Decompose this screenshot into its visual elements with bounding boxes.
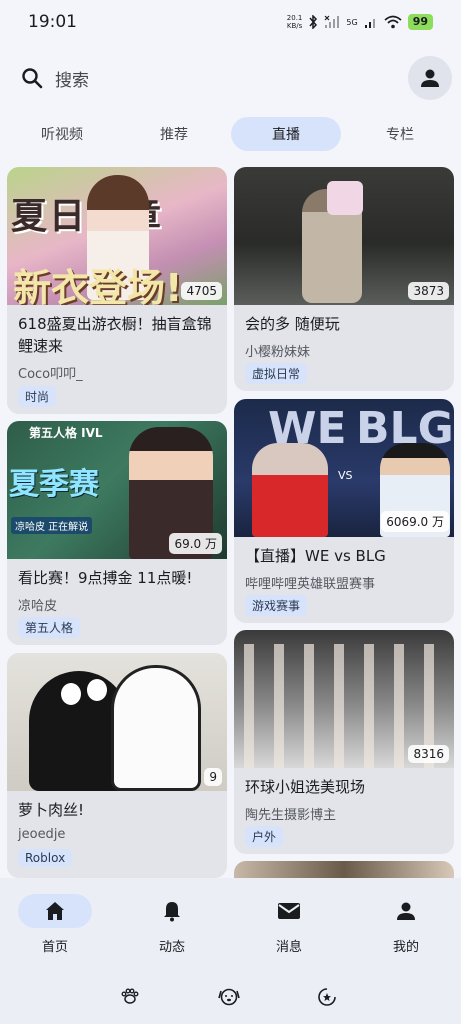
viewer-count: 4705 xyxy=(181,282,222,300)
tab-live[interactable]: 直播 xyxy=(231,117,341,151)
viewer-count: 9 xyxy=(204,768,222,786)
thumbnail-caption: 凉哈皮 正在解说 xyxy=(11,517,93,534)
search-input[interactable]: 搜索 xyxy=(55,66,89,91)
card-title: 618盛夏出游衣橱！抽盲盒锦鲤速来 xyxy=(18,315,212,355)
nav-label: 消息 xyxy=(275,940,302,955)
battery-indicator: 99 xyxy=(407,14,433,30)
nav-label: 我的 xyxy=(392,940,419,955)
nav-home-pill xyxy=(18,894,92,928)
avatar-sticker xyxy=(327,181,363,215)
avatar-button[interactable] xyxy=(408,56,452,100)
nav-label: 动态 xyxy=(158,940,185,955)
live-card[interactable]: 3873 会的多 随便玩 小樱粉妹妹 虚拟日常 xyxy=(234,167,454,391)
figure-eye xyxy=(87,679,107,701)
live-card[interactable]: WE BLG VS 6069.0 万 【直播】WE vs BLG 哔哩哔哩英雄联… xyxy=(234,399,454,623)
search-bar[interactable]: 搜索 xyxy=(0,56,461,100)
player-left xyxy=(252,443,328,537)
card-author: jeoedje xyxy=(18,827,66,842)
nav-profile-pill xyxy=(369,894,443,928)
net-speed: 20.1 KB/s xyxy=(287,14,303,30)
card-author: 哔哩哔哩英雄联盟赛事 xyxy=(245,577,376,592)
card-thumbnail: 8316 xyxy=(234,630,454,768)
net-speed-unit: KB/s xyxy=(286,22,303,30)
card-author: 陶先生摄影博主 xyxy=(245,808,337,823)
signal-off-icon xyxy=(324,15,340,28)
bell-icon xyxy=(164,902,180,922)
card-thumbnail: 9 xyxy=(7,653,227,791)
figure-eye xyxy=(61,683,81,705)
status-bar: 19:01 20.1 KB/s 5G 99 xyxy=(0,0,461,44)
card-tag[interactable]: 虚拟日常 xyxy=(245,363,308,384)
live-card[interactable]: 第五人格 IVL 夏季赛 凉哈皮 正在解说 69.0 万 看比赛！9点搏金 11… xyxy=(7,421,227,645)
wifi-icon xyxy=(384,15,402,29)
card-tag[interactable]: 第五人格 xyxy=(18,617,81,638)
thumbnail-badge: 第五人格 IVL xyxy=(29,426,103,440)
card-tag[interactable]: 户外 xyxy=(245,826,284,847)
search-icon[interactable] xyxy=(20,66,44,90)
card-author: Coco叩叩_ xyxy=(18,367,83,382)
home-icon xyxy=(46,902,64,920)
dog-face-icon[interactable] xyxy=(218,986,240,1006)
tab-column[interactable]: 专栏 xyxy=(345,117,455,151)
category-tabs: 听视频 推荐 直播 专栏 xyxy=(0,117,461,151)
paw-icon[interactable] xyxy=(121,988,139,1004)
signal-icon xyxy=(364,19,375,28)
card-title: 环球小姐选美现场 xyxy=(245,778,366,796)
person-icon xyxy=(421,69,439,87)
card-title: 看比赛！9点搏金 11点暖! xyxy=(18,569,193,587)
live-card[interactable] xyxy=(234,861,454,878)
tab-label: 推荐 xyxy=(160,127,188,143)
tab-label: 专栏 xyxy=(386,127,414,143)
card-thumbnail xyxy=(234,861,454,878)
live-card[interactable]: 9 萝卜肉丝! jeoedje Roblox xyxy=(7,653,227,878)
status-icons: 20.1 KB/s 5G 99 xyxy=(287,14,433,30)
viewer-count: 69.0 万 xyxy=(169,533,222,554)
card-thumbnail: 第五人格 IVL 夏季赛 凉哈皮 正在解说 69.0 万 xyxy=(7,421,227,559)
card-author: 小樱粉妹妹 xyxy=(245,345,311,360)
nav-profile[interactable]: 我的 xyxy=(351,894,461,964)
viewer-count: 6069.0 万 xyxy=(381,511,449,532)
star-ring-icon[interactable] xyxy=(318,988,336,1006)
card-thumbnail: 夏日序章 新衣登场! 4705 xyxy=(7,167,227,305)
card-tag[interactable]: 时尚 xyxy=(18,386,57,407)
card-tag[interactable]: 游戏赛事 xyxy=(245,595,308,616)
nav-label: 首页 xyxy=(41,940,68,955)
live-card[interactable]: 夏日序章 新衣登场! 4705 618盛夏出游衣橱！抽盲盒锦鲤速来 Coco叩叩… xyxy=(7,167,227,414)
mail-icon xyxy=(278,903,300,919)
net-speed-value: 20.1 xyxy=(286,14,303,22)
nav-home[interactable]: 首页 xyxy=(0,894,110,964)
nav-activity-pill xyxy=(135,894,209,928)
viewer-count: 3873 xyxy=(408,282,449,300)
nav-messages[interactable]: 消息 xyxy=(234,894,344,964)
card-title: 萝卜肉丝! xyxy=(18,801,85,819)
thumbnail-text: 夏季赛 xyxy=(9,467,99,502)
white-figure xyxy=(111,665,201,791)
card-author: 凉哈皮 xyxy=(18,599,58,614)
tab-label: 直播 xyxy=(272,127,300,143)
nav-messages-pill xyxy=(252,894,326,928)
person-icon xyxy=(397,902,415,920)
tab-label: 听视频 xyxy=(41,127,83,143)
card-thumbnail: WE BLG VS 6069.0 万 xyxy=(234,399,454,537)
card-title: 【直播】WE vs BLG xyxy=(245,547,386,565)
status-time: 19:01 xyxy=(28,12,77,32)
vs-label: VS xyxy=(338,469,353,482)
card-title: 会的多 随便玩 xyxy=(245,315,340,333)
signal-5g-label: 5G xyxy=(346,17,358,27)
tab-recommend[interactable]: 推荐 xyxy=(119,117,229,151)
live-card[interactable]: 8316 环球小姐选美现场 陶先生摄影博主 户外 xyxy=(234,630,454,854)
card-tag[interactable]: Roblox xyxy=(18,849,73,867)
bluetooth-icon xyxy=(309,15,318,29)
bottom-navigation: 首页 动态 消息 我的 xyxy=(0,878,461,1024)
viewer-count: 8316 xyxy=(408,745,449,763)
thumbnail-text: 新衣登场! xyxy=(13,266,183,305)
tab-listen-video[interactable]: 听视频 xyxy=(7,117,117,151)
card-thumbnail: 3873 xyxy=(234,167,454,305)
nav-activity[interactable]: 动态 xyxy=(117,894,227,964)
